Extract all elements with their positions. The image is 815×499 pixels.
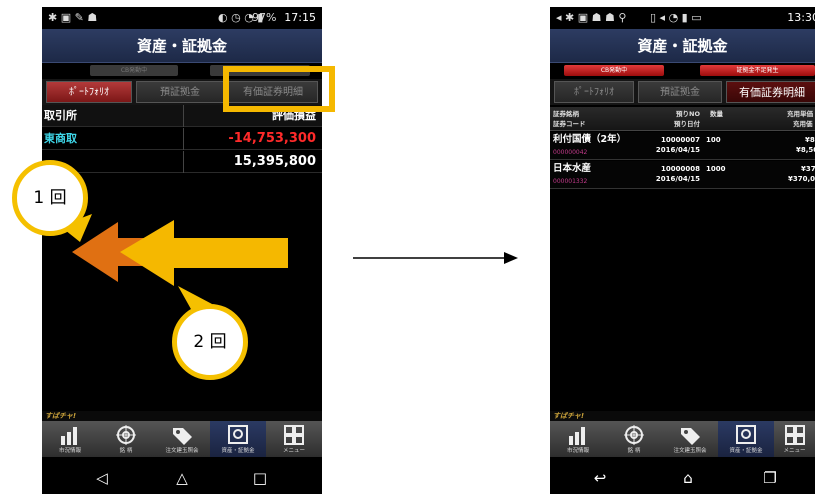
transition-arrow-head-icon <box>504 252 518 264</box>
swipe-arrows <box>60 214 518 318</box>
step-2-balloon: 2 回 <box>172 304 248 380</box>
step-1-balloon: 1 回 <box>12 160 88 236</box>
tutorial-figure: ✱ ▣ ✎ ☗ ◐ ◷ ◔ ▮ 97% 17:15 資産・証拠金 CB発動中 ﾎ… <box>0 0 815 499</box>
swipe-arrow-2-icon <box>120 220 288 286</box>
